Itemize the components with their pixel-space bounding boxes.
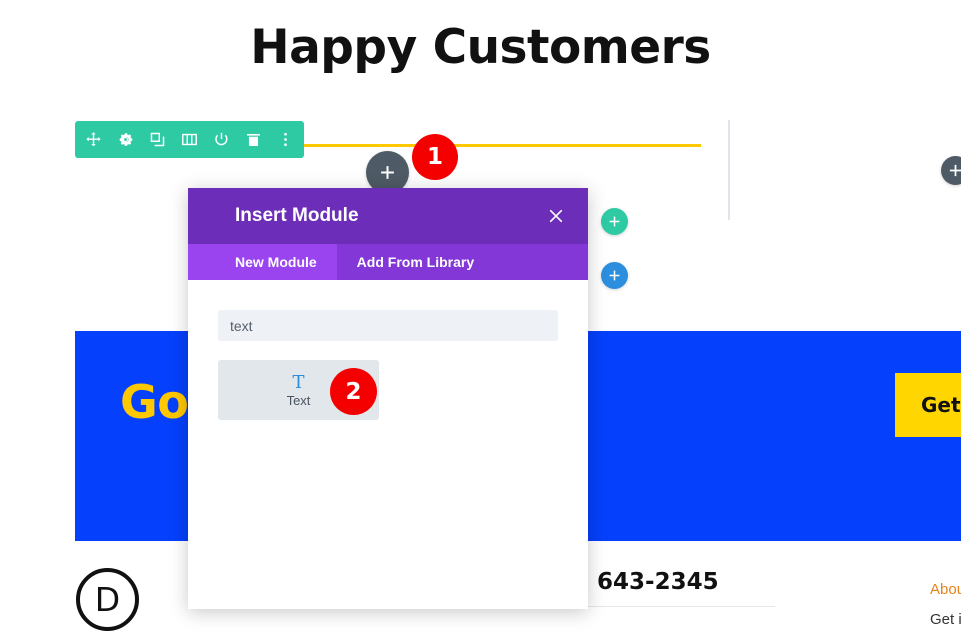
columns-icon[interactable] <box>180 130 199 149</box>
tab-new-module[interactable]: New Module <box>188 244 337 280</box>
insert-module-modal: Insert Module New Module Add From Librar… <box>188 188 588 609</box>
search-input[interactable] <box>218 310 558 341</box>
text-module-icon: T <box>292 371 305 393</box>
module-results-list: T Text <box>218 360 558 420</box>
footer-menu: About Get in Touch <box>930 575 961 635</box>
modal-tabs: New Module Add From Library <box>188 244 588 280</box>
module-card-label: Text <box>286 392 311 408</box>
tab-add-from-library[interactable]: Add From Library <box>337 244 494 280</box>
trash-icon[interactable] <box>244 130 263 149</box>
step-2-badge: 2 <box>330 368 377 415</box>
cta-button[interactable]: Get in Touch <box>895 373 961 437</box>
close-icon[interactable] <box>544 204 568 228</box>
gear-icon[interactable] <box>116 130 135 149</box>
modal-body: T Text <box>188 280 588 609</box>
duplicate-icon[interactable] <box>148 130 167 149</box>
module-toolbar[interactable] <box>75 121 304 158</box>
divi-logo: D <box>76 568 139 631</box>
page-title: Happy Customers <box>250 20 711 75</box>
row-outline <box>279 144 701 147</box>
add-module-button-teal[interactable] <box>601 208 628 235</box>
column-divider <box>728 120 730 220</box>
move-icon[interactable] <box>84 130 103 149</box>
step-1-badge: 1 <box>412 134 458 180</box>
modal-header: Insert Module <box>188 188 588 244</box>
add-module-button-blue[interactable] <box>601 262 628 289</box>
modal-title: Insert Module <box>235 205 359 226</box>
more-options-icon[interactable] <box>276 130 295 149</box>
power-icon[interactable] <box>212 130 231 149</box>
footer-menu-item-about[interactable]: About <box>930 575 961 605</box>
